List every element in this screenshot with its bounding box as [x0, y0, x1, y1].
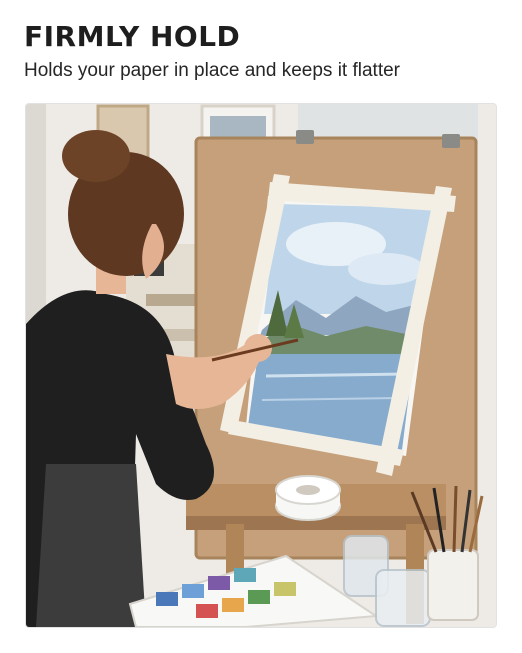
- page-title: FIRMLY HOLD: [24, 20, 241, 53]
- page-subtitle: Holds your paper in place and keeps it f…: [24, 60, 400, 81]
- tape-roll: [275, 475, 341, 521]
- easel-clip-1: [296, 130, 314, 144]
- easel-clip-2: [442, 134, 460, 148]
- product-photo: [25, 103, 497, 628]
